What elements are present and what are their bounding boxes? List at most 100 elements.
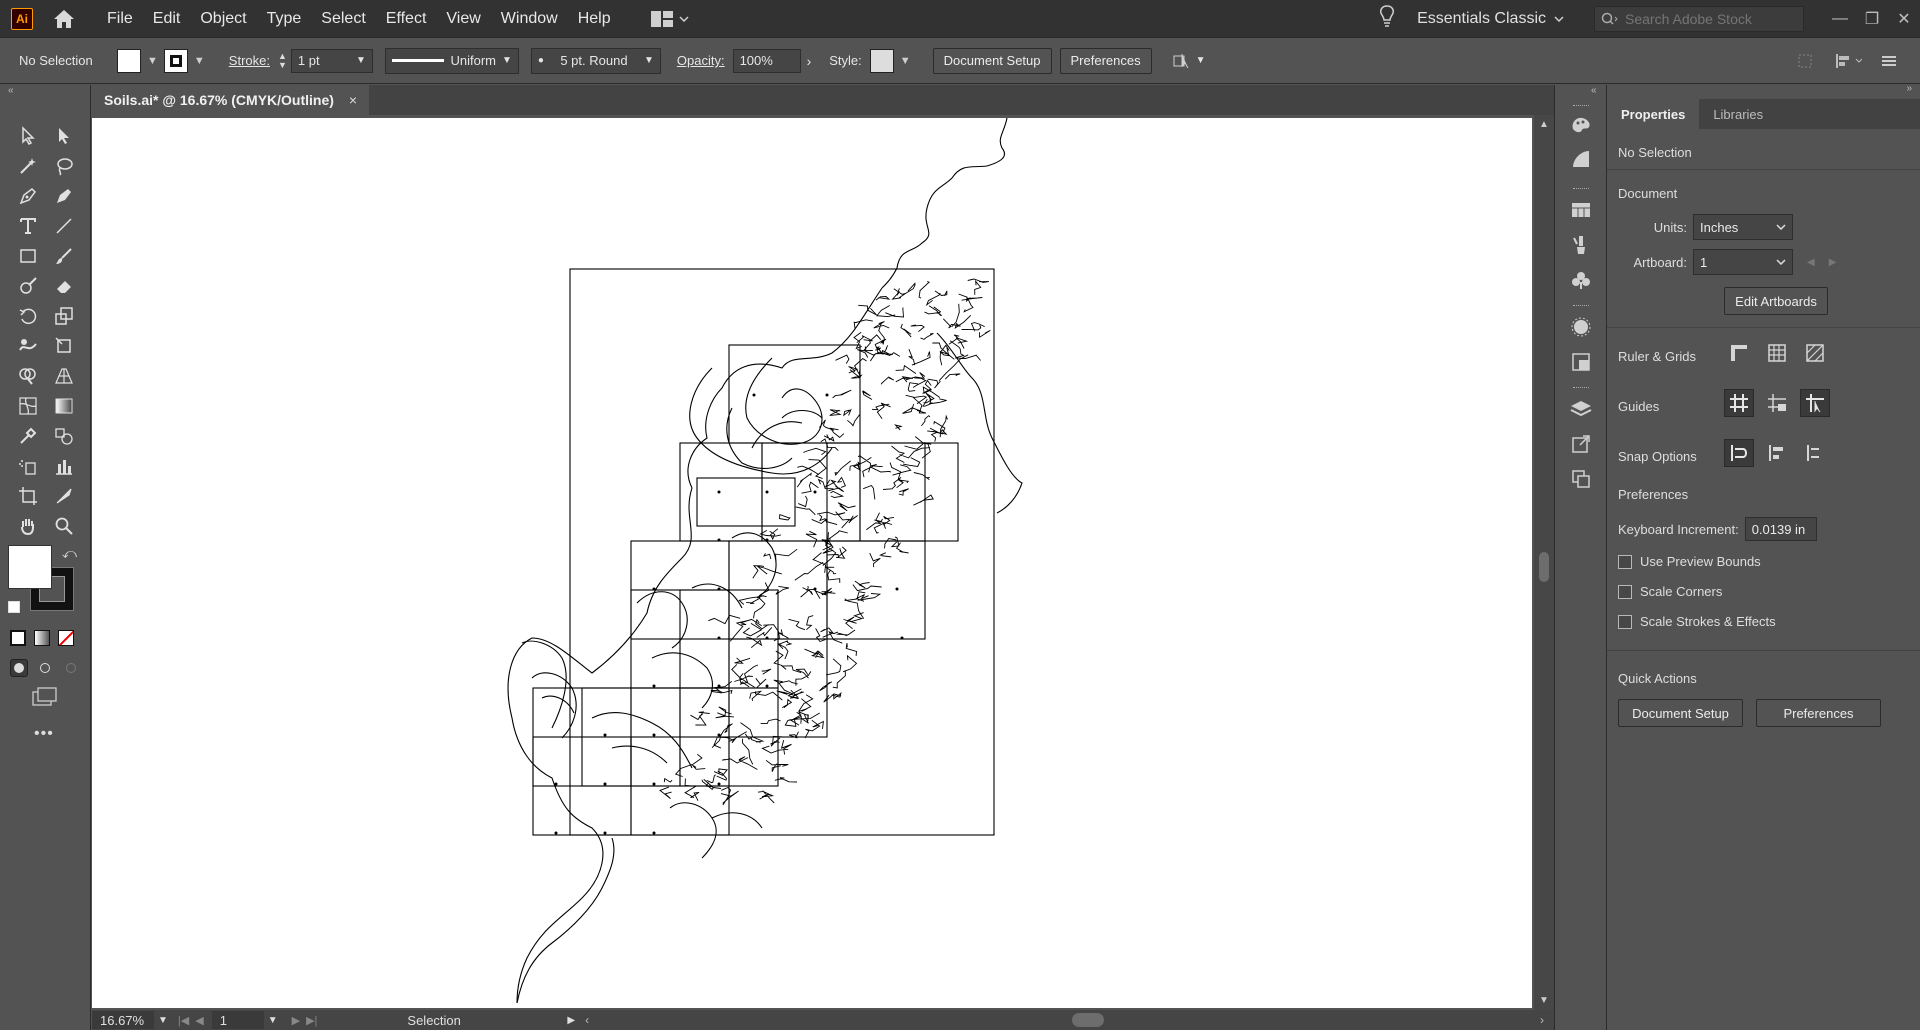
artboard-select[interactable]: 1 — [1693, 249, 1793, 275]
document-tab[interactable]: Soils.ai* @ 16.67% (CMYK/Outline) × — [92, 85, 369, 115]
use-preview-bounds-checkbox[interactable]: Use Preview Bounds — [1618, 554, 1761, 569]
type-tool-icon[interactable] — [10, 211, 46, 241]
minimize-button[interactable]: — — [1824, 0, 1856, 37]
chevron-right-icon[interactable]: › — [807, 53, 812, 69]
show-guides-icon[interactable] — [1724, 389, 1754, 417]
home-icon[interactable] — [51, 6, 77, 32]
checkbox-box[interactable] — [1618, 554, 1632, 569]
checkbox-box[interactable] — [1618, 614, 1632, 629]
screen-mode-icon[interactable] — [32, 687, 58, 712]
graphic-style-swatch[interactable] — [869, 48, 894, 73]
default-fill-stroke-icon[interactable] — [8, 601, 20, 613]
transform-icon[interactable] — [1796, 52, 1814, 70]
qa-preferences-button[interactable]: Preferences — [1756, 699, 1881, 727]
gradient-icon[interactable] — [34, 630, 50, 646]
fill-swatch[interactable] — [117, 48, 141, 73]
color-icon[interactable] — [10, 630, 26, 646]
lock-guides-icon[interactable] — [1762, 389, 1792, 417]
paintbrush-tool-icon[interactable] — [46, 241, 82, 271]
next-artboard-icon[interactable]: ▶ — [292, 1014, 300, 1027]
shape-builder-tool-icon[interactable] — [10, 361, 46, 391]
last-artboard-icon[interactable]: ▶| — [306, 1014, 317, 1027]
artboard[interactable] — [92, 118, 1532, 1008]
arrange-documents-button[interactable] — [650, 10, 689, 27]
lightbulb-icon[interactable] — [1379, 5, 1395, 32]
snap-to-pixel-icon[interactable] — [1762, 439, 1792, 467]
scale-tool-icon[interactable] — [46, 301, 82, 331]
color-panel-icon[interactable] — [1569, 113, 1593, 137]
rotate-tool-icon[interactable] — [10, 301, 46, 331]
grid-icon[interactable] — [1762, 339, 1792, 367]
opacity-label[interactable]: Opacity: — [677, 53, 725, 68]
free-transform-tool-icon[interactable] — [46, 331, 82, 361]
vertical-scrollbar[interactable]: ▲ ▼ — [1534, 115, 1554, 1010]
canvas[interactable] — [92, 115, 1534, 1010]
prev-artboard-icon[interactable]: ◀ — [1807, 257, 1815, 268]
workspace-switcher[interactable]: Essentials Classic — [1417, 10, 1564, 28]
collapse-panel-icon[interactable]: « — [0, 85, 90, 99]
vertical-scroll-thumb[interactable] — [1539, 552, 1549, 582]
blend-tool-icon[interactable] — [46, 421, 82, 451]
horizontal-scroll-thumb[interactable] — [1072, 1013, 1104, 1027]
menu-window[interactable]: Window — [491, 10, 568, 28]
soil-map-artwork[interactable] — [92, 118, 1532, 1008]
artboard-tool-icon[interactable] — [10, 481, 46, 511]
swap-fill-stroke-icon[interactable]: ⤺ — [62, 545, 77, 562]
stroke-swatch[interactable] — [163, 48, 188, 73]
mesh-tool-icon[interactable] — [10, 391, 46, 421]
chevron-down-icon[interactable]: ▼ — [900, 55, 911, 67]
stroke-label[interactable]: Stroke: — [229, 53, 270, 68]
menu-edit[interactable]: Edit — [143, 10, 191, 28]
menu-file[interactable]: File — [97, 10, 143, 28]
menu-effect[interactable]: Effect — [376, 10, 437, 28]
collapse-panel-icon[interactable]: » — [1906, 83, 1912, 94]
stroke-weight-field[interactable]: 1 pt ▼ — [290, 48, 373, 73]
draw-normal-icon[interactable] — [10, 659, 29, 677]
magic-wand-tool-icon[interactable] — [10, 151, 46, 181]
draw-inside-icon[interactable] — [62, 659, 80, 677]
close-tab-icon[interactable]: × — [349, 92, 357, 108]
zoom-field[interactable]: 16.67% — [92, 1011, 154, 1029]
appearance-icon[interactable] — [1569, 315, 1593, 339]
keyboard-increment-field[interactable]: 0.0139 in — [1744, 517, 1817, 541]
ruler-icon[interactable] — [1724, 339, 1754, 367]
brush-definition[interactable]: ● 5 pt. Round ▼ — [530, 47, 661, 74]
align-icon[interactable] — [1834, 52, 1862, 70]
scroll-left-icon[interactable]: ‹ — [585, 1013, 589, 1027]
warp-tool-icon[interactable] — [10, 331, 46, 361]
swatches-icon[interactable] — [1569, 198, 1593, 222]
scale-strokes-effects-checkbox[interactable]: Scale Strokes & Effects — [1618, 614, 1776, 629]
select-similar-icon[interactable]: ▼ — [1172, 52, 1206, 70]
gradient-tool-icon[interactable] — [46, 391, 82, 421]
scroll-right-icon[interactable]: › — [1540, 1013, 1544, 1027]
qa-document-setup-button[interactable]: Document Setup — [1618, 699, 1743, 727]
snap-to-point-icon[interactable] — [1724, 439, 1754, 467]
next-artboard-icon[interactable]: ▶ — [1829, 257, 1837, 268]
fill-color-box[interactable] — [8, 545, 52, 589]
menu-object[interactable]: Object — [190, 10, 256, 28]
close-window-button[interactable]: ✕ — [1888, 0, 1920, 37]
draw-behind-icon[interactable] — [36, 659, 54, 677]
shaper-tool-icon[interactable] — [10, 271, 46, 301]
stock-search-input[interactable] — [1625, 10, 1785, 27]
snap-to-glyph-icon[interactable] — [1800, 439, 1830, 467]
line-tool-icon[interactable] — [46, 211, 82, 241]
chevron-down-icon[interactable]: ▼ — [268, 1015, 278, 1026]
perspective-grid-tool-icon[interactable] — [46, 361, 82, 391]
zoom-tool-icon[interactable] — [46, 511, 82, 541]
curvature-tool-icon[interactable] — [46, 181, 82, 211]
edit-artboards-button[interactable]: Edit Artboards — [1724, 287, 1828, 315]
opacity-field[interactable]: 100% — [732, 48, 801, 73]
eraser-tool-icon[interactable] — [46, 271, 82, 301]
chevron-down-icon[interactable]: ▼ — [194, 55, 205, 67]
menu-help[interactable]: Help — [568, 10, 621, 28]
chevron-down-icon[interactable]: ▼ — [147, 55, 158, 67]
menu-type[interactable]: Type — [257, 10, 312, 28]
scale-corners-checkbox[interactable]: Scale Corners — [1618, 584, 1722, 599]
transparency-grid-icon[interactable] — [1800, 339, 1830, 367]
selection-tool-icon[interactable] — [10, 121, 46, 151]
symbol-sprayer-tool-icon[interactable] — [10, 451, 46, 481]
brushes-icon[interactable] — [1569, 233, 1593, 257]
column-graph-tool-icon[interactable] — [46, 451, 82, 481]
document-setup-button[interactable]: Document Setup — [932, 47, 1052, 74]
